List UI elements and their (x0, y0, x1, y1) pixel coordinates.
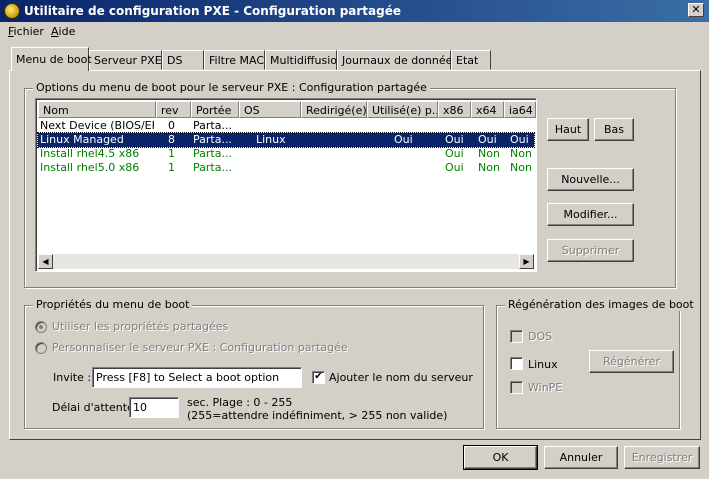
window-title: Utilitaire de configuration PXE - Config… (24, 4, 402, 18)
invite-input[interactable] (92, 367, 302, 388)
scroll-right-icon[interactable]: ▶ (519, 254, 534, 269)
boot-menu-options-label: Options du menu de boot pour le serveur … (33, 81, 430, 94)
tab-etat[interactable]: Etat (451, 50, 491, 70)
radio-shared-label: Utiliser les propriétés partagées (52, 320, 229, 333)
add-server-name-checkbox[interactable]: ✔ (312, 371, 325, 384)
tab-serveur-pxe[interactable]: Serveur PXE (89, 50, 162, 70)
winpe-label: WinPE (528, 381, 563, 394)
column-ia64[interactable]: ia64 (504, 101, 536, 118)
cell-rev: 1 (168, 147, 175, 160)
cell-ia64: Non (510, 161, 532, 174)
column-x86[interactable]: x86 (438, 101, 471, 118)
delay-label: Délai d'attente : (52, 401, 141, 414)
delay-hint-range: sec. Plage : 0 - 255 (187, 396, 293, 409)
cell-x86: Oui (445, 161, 464, 174)
tab-multidiffusion[interactable]: Multidiffusion (265, 50, 344, 70)
pxe-gear-icon (4, 3, 20, 19)
cell-x64: Oui (478, 133, 497, 146)
cell-rev: 8 (168, 133, 175, 146)
delay-input[interactable] (129, 397, 179, 418)
delete-button[interactable]: Supprimer (547, 239, 634, 262)
column-rev[interactable]: rev (156, 101, 191, 118)
cell-rev: 0 (168, 119, 175, 132)
column-utilise[interactable]: Utilisé(e) p... (367, 101, 438, 118)
menu-aide[interactable]: Aide (51, 25, 75, 38)
cancel-button[interactable]: Annuler (544, 446, 618, 469)
save-button[interactable]: Enregistrer (624, 446, 700, 469)
modify-button[interactable]: Modifier... (547, 203, 634, 226)
cell-rev: 1 (168, 161, 175, 174)
cell-ia64: Non (510, 147, 532, 160)
cell-portee: Parta... (193, 119, 232, 132)
list-header: Nom rev Portée OS Redirigé(e) Utilisé(e)… (38, 101, 536, 118)
tab-menu-de-boot[interactable]: Menu de boot (11, 47, 92, 71)
column-portee[interactable]: Portée (191, 101, 239, 118)
radio-shared-properties[interactable] (35, 321, 47, 333)
horizontal-scrollbar[interactable]: ◀ ▶ (38, 254, 534, 269)
regenerate-button[interactable]: Régénérer (589, 350, 674, 373)
add-server-name-label: Ajouter le nom du serveur (329, 371, 473, 384)
dos-checkbox[interactable] (510, 330, 523, 343)
ok-button[interactable]: OK (463, 445, 538, 470)
cell-nom: Install rhel4.5 x86 (40, 147, 140, 160)
cell-os: Linux (256, 133, 286, 146)
menu-bar: Fichier Aide (0, 22, 709, 42)
radio-custom-server[interactable] (35, 342, 47, 354)
tab-ds[interactable]: DS (162, 50, 204, 70)
column-os[interactable]: OS (239, 101, 301, 118)
column-redirige[interactable]: Redirigé(e) (301, 101, 367, 118)
tab-filtre-mac[interactable]: Filtre MAC (204, 50, 265, 70)
title-bar: Utilitaire de configuration PXE - Config… (0, 0, 709, 22)
close-button[interactable]: ✕ (688, 3, 704, 17)
delay-hint-detail: (255=attendre indéfiniment, > 255 non va… (187, 409, 448, 422)
scroll-left-icon[interactable]: ◀ (38, 254, 53, 269)
linux-checkbox[interactable] (510, 357, 523, 370)
new-button[interactable]: Nouvelle... (547, 168, 634, 191)
cell-x86: Oui (445, 133, 464, 146)
list-row-install-rhel50[interactable]: Install rhel5.0 x86 1 Parta... Oui Non N… (38, 161, 534, 175)
cell-x86: Oui (445, 147, 464, 160)
regeneration-label: Régénération des images de boot (505, 298, 697, 311)
boot-menu-properties-label: Propriétés du menu de boot (33, 298, 193, 311)
list-row-next-device[interactable]: Next Device (BIOS/EFI) 0 Parta... (38, 119, 534, 133)
linux-label: Linux (528, 358, 558, 371)
cell-nom: Linux Managed (40, 133, 124, 146)
invite-label: Invite : (53, 371, 92, 384)
dos-label: DOS (528, 330, 553, 343)
column-nom[interactable]: Nom (38, 101, 156, 118)
radio-custom-label: Personnaliser le serveur PXE : Configura… (52, 341, 348, 354)
list-row-install-rhel45[interactable]: Install rhel4.5 x86 1 Parta... Oui Non N… (38, 147, 534, 161)
cell-x64: Non (478, 147, 500, 160)
column-x64[interactable]: x64 (471, 101, 504, 118)
menu-fichier[interactable]: Fichier (8, 25, 44, 38)
cell-portee: Parta... (193, 147, 232, 160)
cell-portee: Parta... (193, 161, 232, 174)
cell-x64: Non (478, 161, 500, 174)
cell-ia64: Oui (510, 133, 529, 146)
move-down-button[interactable]: Bas (594, 118, 634, 141)
cell-utilise: Oui (394, 133, 413, 146)
cell-portee: Parta... (193, 133, 232, 146)
move-up-button[interactable]: Haut (547, 118, 589, 141)
cell-nom: Install rhel5.0 x86 (40, 161, 140, 174)
boot-menu-list[interactable]: Nom rev Portée OS Redirigé(e) Utilisé(e)… (35, 98, 537, 272)
cell-nom: Next Device (BIOS/EFI) (40, 119, 154, 132)
tab-journaux-de-donnees[interactable]: Journaux de données (337, 50, 458, 70)
list-row-linux-managed[interactable]: Linux Managed 8 Parta... Linux Oui Oui O… (37, 132, 535, 148)
winpe-checkbox[interactable] (510, 381, 523, 394)
